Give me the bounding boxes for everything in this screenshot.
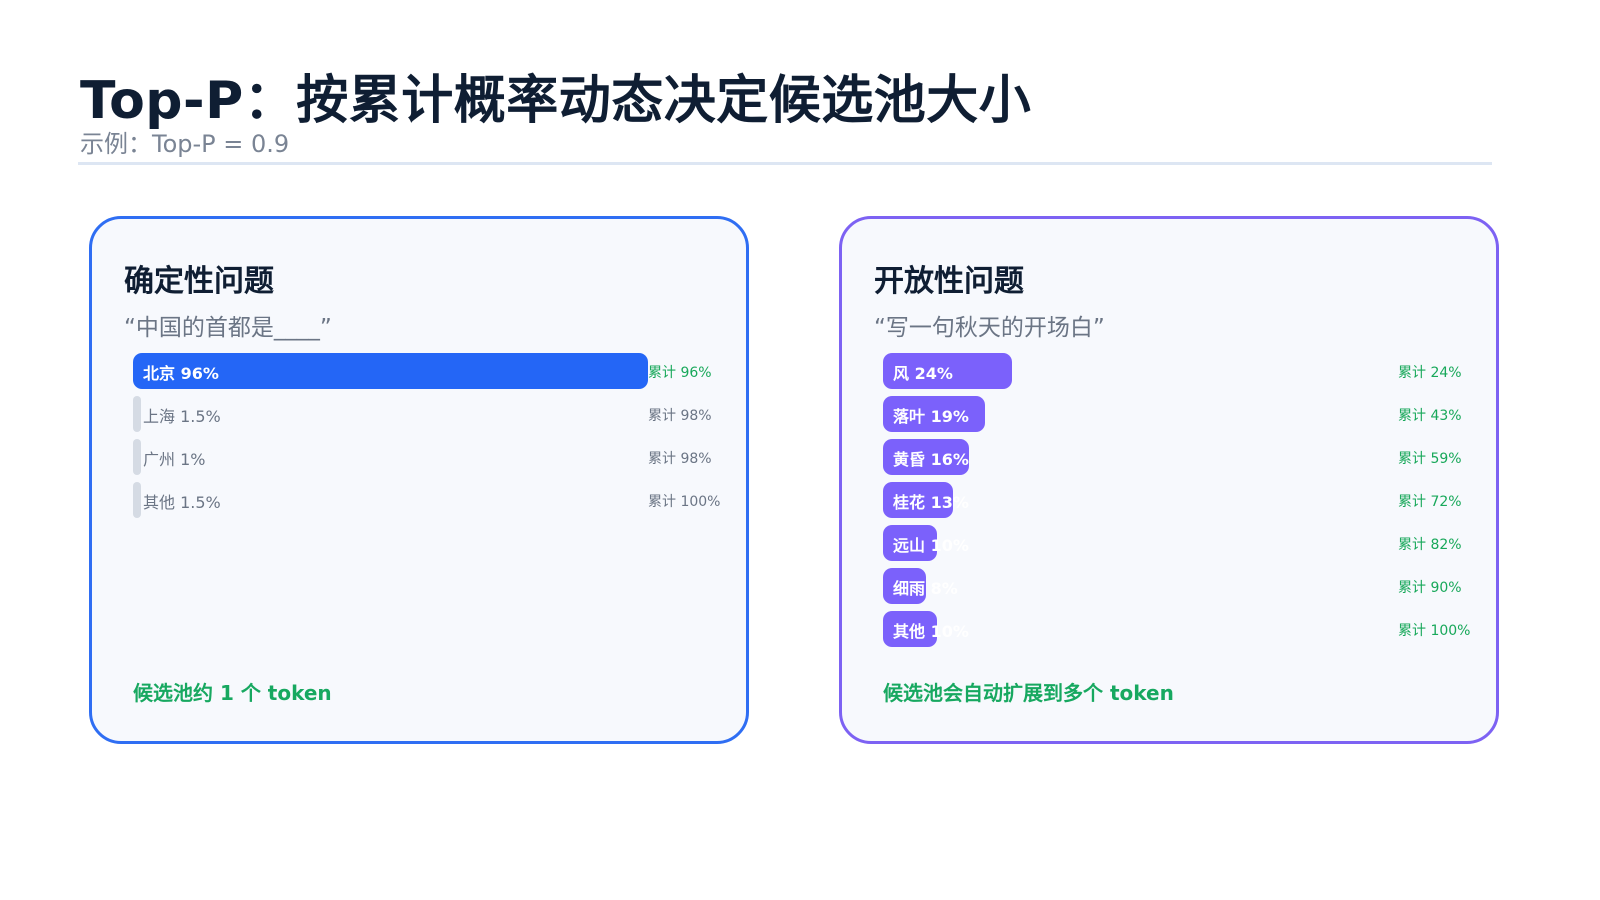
probability-row: 广州 1% 累计 98% (133, 439, 733, 475)
token-label: 上海 1.5% (143, 407, 221, 426)
token-label: 落叶 19% (893, 407, 969, 426)
cumulative-label: 累计 100% (648, 494, 721, 510)
probability-row: 风 24% 累计 24% (883, 353, 1483, 389)
cumulative-label: 累计 90% (1398, 580, 1462, 596)
deterministic-panel: 确定性问题 “中国的首都是____” 北京 96% 累计 96% 上海 1.5%… (89, 216, 749, 744)
header-divider (78, 162, 1492, 165)
cumulative-label: 累计 82% (1398, 537, 1462, 553)
token-label: 其他 10% (893, 622, 969, 641)
slide: Top-P：按累计概率动态决定候选池大小 示例：Top-P = 0.9 确定性问… (0, 0, 1600, 900)
cumulative-label: 累计 24% (1398, 365, 1462, 381)
token-label: 其他 1.5% (143, 493, 221, 512)
probability-row: 其他 10% 累计 100% (883, 611, 1483, 647)
probability-bar (133, 482, 141, 518)
probability-row: 落叶 19% 累计 43% (883, 396, 1483, 432)
cumulative-label: 累计 98% (648, 451, 712, 467)
panel-prompt: “写一句秋天的开场白” (874, 315, 1105, 341)
probability-row: 北京 96% 累计 96% (133, 353, 733, 389)
probability-row: 远山 10% 累计 82% (883, 525, 1483, 561)
token-label: 桂花 13% (893, 493, 969, 512)
page-title: Top-P：按累计概率动态决定候选池大小 (80, 71, 1032, 131)
token-label: 细雨 8% (893, 579, 958, 598)
panel-prompt: “中国的首都是____” (124, 315, 332, 341)
probability-row: 黄昏 16% 累计 59% (883, 439, 1483, 475)
cumulative-label: 累计 98% (648, 408, 712, 424)
token-label: 远山 10% (893, 536, 969, 555)
candidate-pool-note: 候选池会自动扩展到多个 token (883, 681, 1174, 705)
page-subtitle: 示例：Top-P = 0.9 (80, 130, 290, 158)
probability-row: 桂花 13% 累计 72% (883, 482, 1483, 518)
token-label: 黄昏 16% (893, 450, 969, 469)
open-ended-panel: 开放性问题 “写一句秋天的开场白” 风 24% 累计 24% 落叶 19% 累计… (839, 216, 1499, 744)
probability-row: 细雨 8% 累计 90% (883, 568, 1483, 604)
probability-row: 其他 1.5% 累计 100% (133, 482, 733, 518)
cumulative-label: 累计 96% (648, 365, 712, 381)
candidate-pool-note: 候选池约 1 个 token (133, 681, 332, 705)
cumulative-label: 累计 72% (1398, 494, 1462, 510)
token-label: 广州 1% (143, 450, 206, 469)
cumulative-label: 累计 43% (1398, 408, 1462, 424)
cumulative-label: 累计 59% (1398, 451, 1462, 467)
token-label: 北京 96% (143, 364, 219, 383)
panel-title: 开放性问题 (874, 264, 1024, 299)
probability-row: 上海 1.5% 累计 98% (133, 396, 733, 432)
cumulative-label: 累计 100% (1398, 623, 1471, 639)
probability-bar (133, 439, 141, 475)
panel-title: 确定性问题 (124, 264, 274, 299)
probability-bar (133, 396, 141, 432)
token-label: 风 24% (893, 364, 953, 383)
